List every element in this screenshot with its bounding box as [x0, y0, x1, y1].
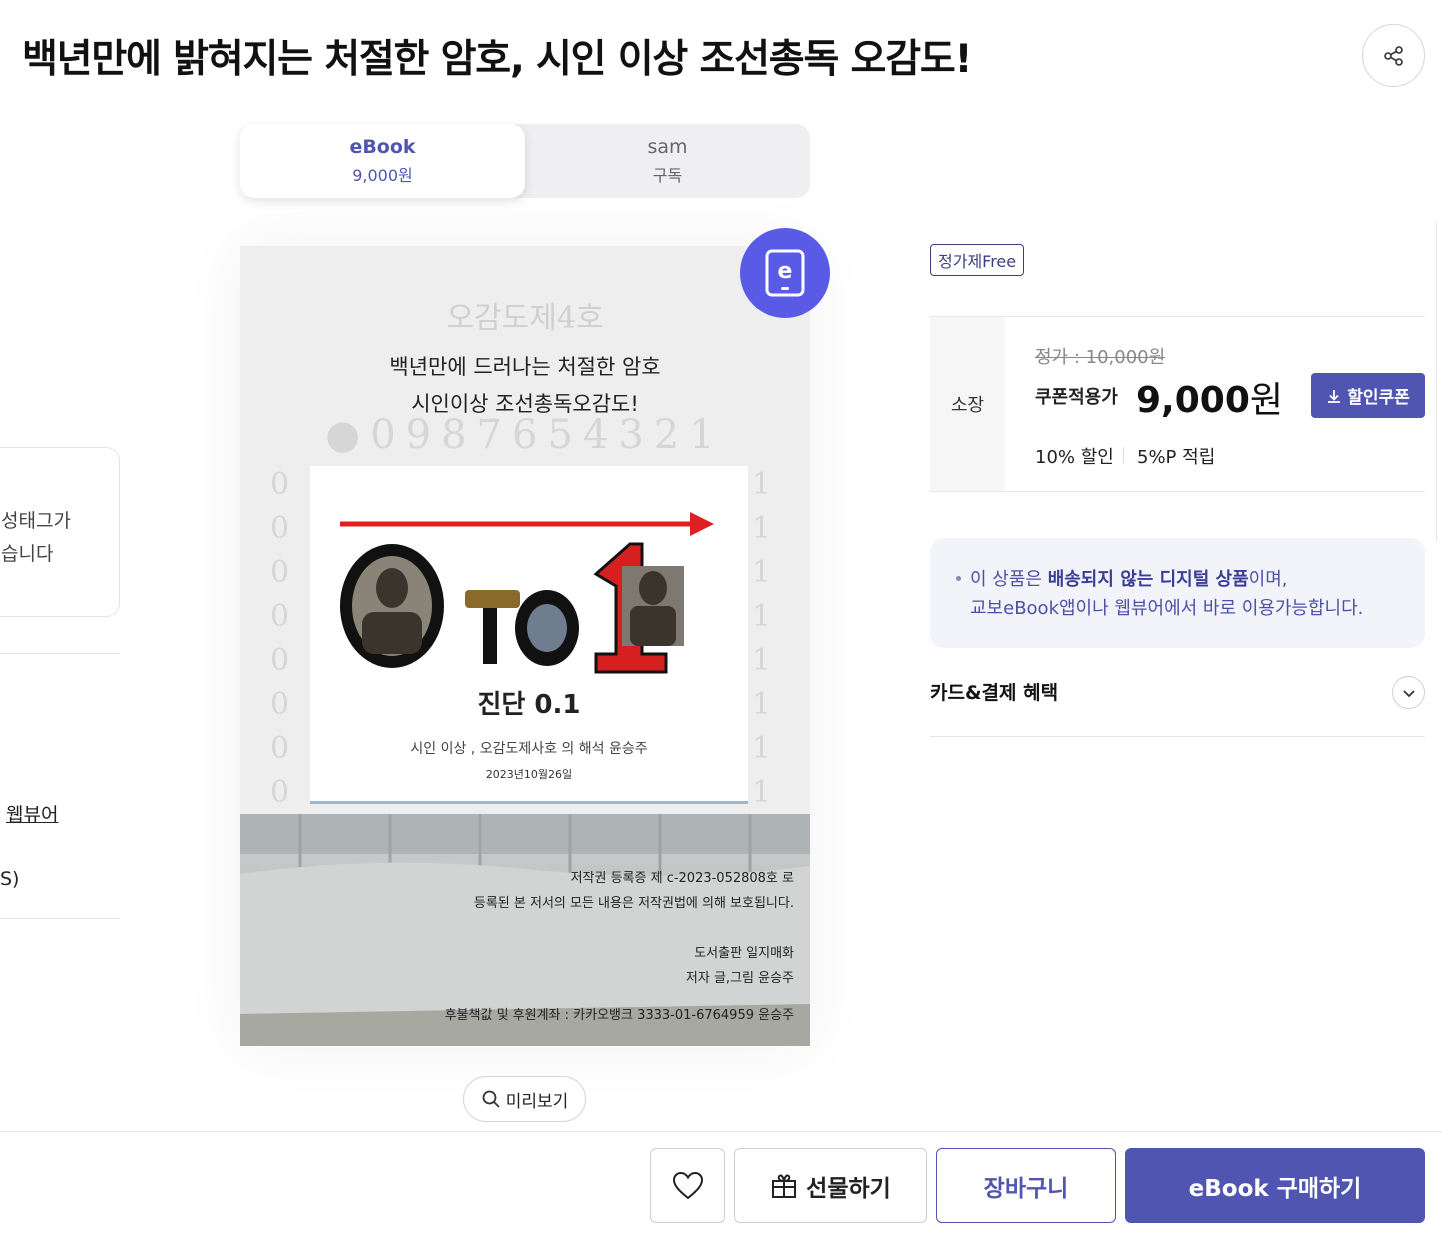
- bottom-action-bar: 선물하기 장바구니 eBook 구매하기: [0, 1131, 1442, 1233]
- left-divider-bottom: [0, 918, 120, 919]
- coupon-price-value: 9,000: [1136, 380, 1250, 421]
- left-divider-top: [0, 653, 120, 654]
- tab-ebook-name: eBook: [349, 136, 416, 158]
- ebook-device-icon: e: [765, 249, 805, 297]
- svg-text:0: 0: [270, 731, 289, 766]
- ebook-badge: e: [740, 228, 830, 318]
- cover-inner-underline: [310, 801, 748, 804]
- cover-inner-panel: 진단 0.1 시인 이상 , 오감도제사호 의 해석 윤승주 2023년10월2…: [310, 466, 748, 804]
- right-edge-panel: [1436, 222, 1442, 542]
- benefit-expand-button[interactable]: [1392, 676, 1425, 709]
- heart-icon: [672, 1171, 703, 1199]
- left-info-panel: 성태그가 습니다: [0, 447, 120, 617]
- svg-text:1: 1: [752, 643, 771, 678]
- cover-illustration: [340, 512, 714, 674]
- price-free-badge: 정가제Free: [930, 244, 1025, 276]
- svg-text:0: 0: [270, 599, 289, 634]
- notice-line1-post: 이며,: [1248, 569, 1288, 590]
- cover-title-line2: 시인이상 조선총독오감도!: [411, 392, 639, 416]
- share-button[interactable]: [1362, 24, 1425, 87]
- notice-line1-pre: 이 상품은: [970, 569, 1048, 590]
- svg-text:0: 0: [270, 511, 289, 546]
- search-icon: [482, 1090, 500, 1108]
- svg-text:1: 1: [752, 467, 771, 502]
- preview-button[interactable]: 미리보기: [463, 1076, 586, 1122]
- cover-author: 저자 글,그림 윤승주: [685, 971, 794, 986]
- left-panel-line2: 습니다: [1, 543, 54, 565]
- book-cover[interactable]: 오감도제4호 ●0987654321 0 0 0 0 0 0 0 0 1 1 1 1 1 1 1 1…: [240, 246, 810, 1046]
- digital-product-notice: 이 상품은 배송되지 않는 디지털 상품이며, 교보eBook앱이나 웹뷰어에서…: [930, 538, 1425, 648]
- original-price: 정가 : 10,000원: [1035, 347, 1166, 368]
- share-icon: [1383, 45, 1403, 66]
- svg-text:0: 0: [270, 687, 289, 722]
- cover-date: 2023년10월26일: [485, 768, 573, 781]
- cover-protected-notice: 등록된 본 저서의 모든 내용은 저작권법에 의해 보호됩니다.: [473, 896, 794, 911]
- svg-text:1: 1: [752, 731, 771, 766]
- cover-account: 후불책값 및 후원계좌 : 카카오뱅크 3333-01-6764959 윤승주: [444, 1008, 794, 1023]
- svg-text:0: 0: [270, 467, 289, 502]
- cover-main-title: 진단 0.1: [477, 690, 581, 720]
- page-title: 백년만에 밝혀지는 처절한 암호, 시인 이상 조선총독 오감도!: [22, 37, 972, 82]
- coupon-price-label: 쿠폰적용가: [1035, 387, 1118, 408]
- cover-bottom-photo: 저작권 등록증 제 c-2023-052808호 로 등록된 본 저서의 모든 …: [240, 814, 810, 1046]
- coupon-price: 9,000원: [1136, 371, 1283, 423]
- svg-text:1: 1: [752, 555, 771, 590]
- tab-sam-name: sam: [647, 136, 688, 158]
- svg-text:1: 1: [752, 775, 771, 810]
- left-panel-line1: 성태그가: [1, 510, 71, 532]
- cover-copyright: 저작권 등록증 제 c-2023-052808호 로: [570, 871, 794, 886]
- svg-text:오감도제4호: 오감도제4호: [446, 301, 603, 336]
- left-platform-text: S): [0, 868, 20, 890]
- tab-ebook[interactable]: eBook 9,000원: [240, 124, 525, 198]
- benefit-divider: [930, 736, 1425, 737]
- svg-text:0: 0: [270, 775, 289, 810]
- svg-text:1: 1: [752, 687, 771, 722]
- webviewer-link[interactable]: 웹뷰어: [6, 800, 58, 827]
- cover-subtitle: 시인 이상 , 오감도제사호 의 해석 윤승주: [410, 741, 648, 757]
- notice-line1-bold: 배송되지 않는 디지털 상품: [1047, 569, 1249, 590]
- notice-line1: 이 상품은 배송되지 않는 디지털 상품이며,: [970, 565, 1288, 591]
- cover-title-line1: 백년만에 드러나는 처절한 암호: [389, 355, 661, 379]
- ebook-badge-letter: e: [778, 259, 793, 284]
- svg-text:1: 1: [752, 599, 771, 634]
- svg-text:●0987654321: ●0987654321: [325, 412, 724, 458]
- point-rate: 5%P 적립: [1137, 447, 1216, 468]
- card-benefit-title[interactable]: 카드&결제 혜택: [930, 678, 1058, 705]
- discount-rate: 10% 할인: [1035, 447, 1114, 468]
- download-icon: [1328, 389, 1341, 403]
- notice-line2: 교보eBook앱이나 웹뷰어에서 바로 이용가능합니다.: [970, 598, 1364, 619]
- format-tabs: eBook 9,000원 sam 구독: [240, 124, 810, 198]
- svg-text:1: 1: [752, 511, 771, 546]
- svg-text:0: 0: [270, 555, 289, 590]
- price-type-label: 소장: [930, 317, 1005, 491]
- price-separator: [1123, 447, 1124, 463]
- notice-bullet: [956, 576, 961, 581]
- gift-label: 선물하기: [806, 1175, 891, 1202]
- coupon-price-currency: 원: [1249, 380, 1283, 421]
- discount-coupon-button[interactable]: 할인쿠폰: [1311, 373, 1425, 418]
- gift-button[interactable]: 선물하기: [734, 1148, 927, 1223]
- wishlist-button[interactable]: [650, 1148, 725, 1223]
- tab-sam-sub: 구독: [652, 166, 683, 185]
- preview-label: 미리보기: [505, 1091, 569, 1112]
- discount-coupon-label: 할인쿠폰: [1347, 388, 1410, 408]
- tab-ebook-price: 9,000원: [352, 166, 413, 185]
- gift-icon: [772, 1173, 797, 1198]
- svg-text:0: 0: [270, 643, 289, 678]
- cart-button[interactable]: 장바구니: [936, 1148, 1116, 1223]
- buy-ebook-button[interactable]: eBook 구매하기: [1125, 1148, 1425, 1223]
- cover-publisher: 도서출판 일지매화: [694, 946, 794, 961]
- tab-sam[interactable]: sam 구독: [525, 124, 810, 198]
- chevron-down-icon: [1402, 689, 1415, 697]
- price-box: 소장 정가 : 10,000원 쿠폰적용가 9,000원 할인쿠폰 10% 할인…: [930, 316, 1425, 492]
